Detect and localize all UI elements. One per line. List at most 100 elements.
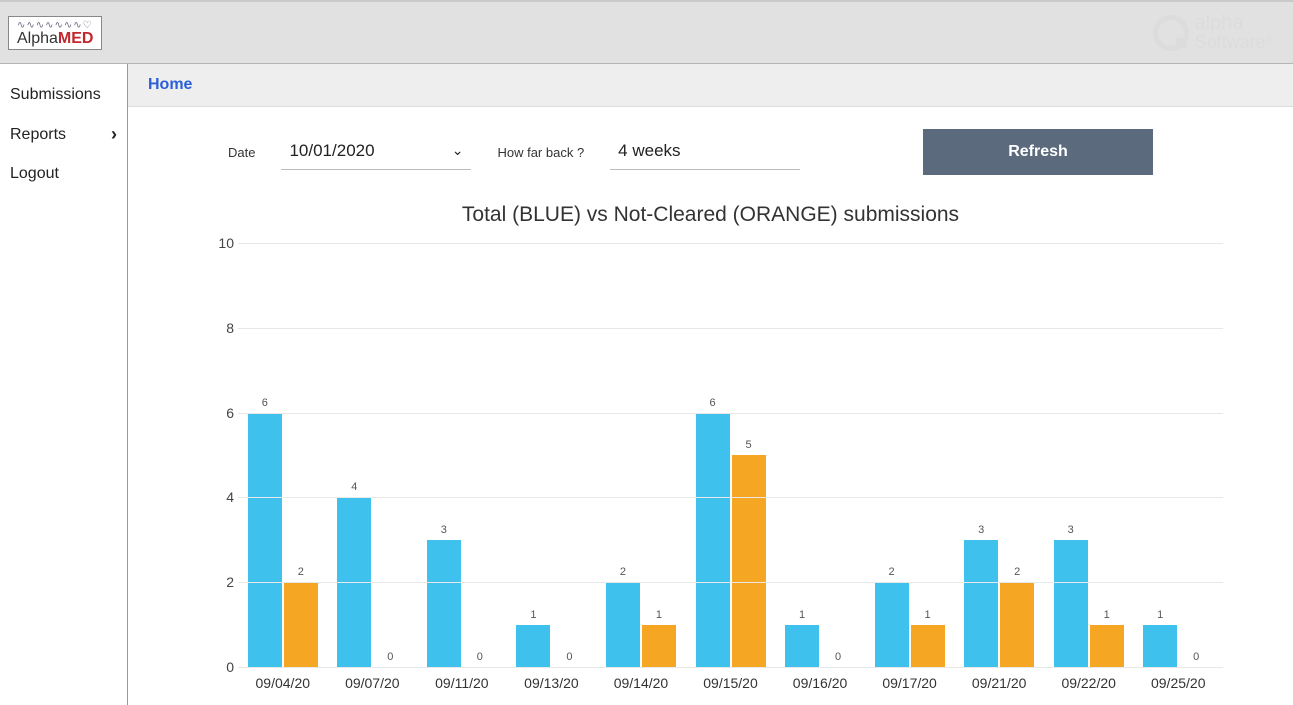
logo-text: AlphaMED: [17, 31, 93, 47]
bar-notcleared: 2: [284, 582, 318, 667]
chart-y-tick: 10: [210, 235, 234, 251]
chart-category: 10: [1133, 243, 1223, 667]
chart-x-tick: 09/22/20: [1044, 667, 1134, 697]
sidebar-item-reports[interactable]: Reports ›: [0, 114, 127, 155]
bar-value-label: 0: [835, 651, 841, 663]
howfar-label: How far back ?: [497, 145, 584, 160]
chart-title: Total (BLUE) vs Not-Cleared (ORANGE) sub…: [198, 203, 1223, 227]
bar-total: 2: [875, 582, 909, 667]
breadcrumb-home[interactable]: Home: [148, 76, 192, 93]
bar-notcleared: 1: [911, 625, 945, 667]
bar-notcleared: 5: [732, 455, 766, 667]
chart-x-tick: 09/16/20: [775, 667, 865, 697]
alpha-a-icon: [1153, 15, 1189, 51]
chart-x-tick: 09/14/20: [596, 667, 686, 697]
bar-value-label: 2: [620, 566, 626, 578]
sidebar-item-logout[interactable]: Logout: [0, 155, 127, 193]
chart-gridline: [238, 243, 1223, 244]
chart-x-tick: 09/21/20: [954, 667, 1044, 697]
chart-category: 30: [417, 243, 507, 667]
chevron-right-icon: ›: [111, 124, 117, 145]
breadcrumb: Home: [128, 64, 1293, 107]
howfar-value: 4 weeks: [618, 141, 680, 161]
bar-value-label: 1: [530, 609, 536, 621]
chart-gridline: [238, 328, 1223, 329]
bar-total: 3: [964, 540, 998, 667]
chart-y-tick: 0: [210, 659, 234, 675]
chart-category: 31: [1044, 243, 1134, 667]
date-dropdown[interactable]: 10/01/2020 ⌄: [281, 135, 471, 170]
bar-value-label: 1: [1157, 609, 1163, 621]
vendor-logo: alpha Software®: [1153, 13, 1273, 52]
bar-value-label: 0: [566, 651, 572, 663]
chart-container: Total (BLUE) vs Not-Cleared (ORANGE) sub…: [128, 187, 1293, 697]
bar-value-label: 0: [477, 651, 483, 663]
bar-total: 1: [785, 625, 819, 667]
sidebar-item-label: Submissions: [10, 86, 101, 104]
bar-value-label: 1: [925, 609, 931, 621]
chart-category: 62: [238, 243, 328, 667]
filter-controls: Date 10/01/2020 ⌄ How far back ? 4 weeks…: [128, 107, 1293, 187]
chart-y-tick: 6: [210, 405, 234, 421]
chart-x-tick: 09/13/20: [507, 667, 597, 697]
bar-total: 2: [606, 582, 640, 667]
chevron-down-icon: ⌄: [452, 142, 464, 159]
bar-value-label: 1: [799, 609, 805, 621]
chart-category: 21: [596, 243, 686, 667]
chart-category: 21: [865, 243, 955, 667]
chart-x-tick: 09/15/20: [686, 667, 776, 697]
sidebar-item-label: Reports: [10, 126, 66, 144]
vendor-logo-top: alpha: [1195, 13, 1273, 33]
chart-category: 32: [954, 243, 1044, 667]
chart-category: 10: [775, 243, 865, 667]
date-label: Date: [228, 145, 255, 160]
bar-total: 6: [248, 413, 282, 667]
sidebar-item-label: Logout: [10, 165, 59, 183]
bar-value-label: 0: [387, 651, 393, 663]
bar-value-label: 1: [656, 609, 662, 621]
chart-gridline: [238, 413, 1223, 414]
chart-plot: 6240301021651021323110 0246810: [238, 243, 1223, 667]
sidebar: Submissions Reports › Logout: [0, 64, 128, 705]
app-header: ∿∿∿∿∿∿∿♡ AlphaMED alpha Software®: [0, 0, 1293, 64]
chart-bars: 6240301021651021323110: [238, 243, 1223, 667]
main-content: Home Date 10/01/2020 ⌄ How far back ? 4 …: [128, 64, 1293, 705]
bar-value-label: 3: [1068, 524, 1074, 536]
chart-y-tick: 8: [210, 320, 234, 336]
chart-y-tick: 2: [210, 574, 234, 590]
sidebar-item-submissions[interactable]: Submissions: [0, 76, 127, 114]
bar-value-label: 3: [441, 524, 447, 536]
bar-notcleared: 1: [1090, 625, 1124, 667]
chart-category: 40: [328, 243, 418, 667]
chart-x-tick: 09/25/20: [1133, 667, 1223, 697]
bar-value-label: 2: [1014, 566, 1020, 578]
refresh-button[interactable]: Refresh: [923, 129, 1153, 175]
chart-category: 10: [507, 243, 597, 667]
bar-value-label: 2: [889, 566, 895, 578]
bar-value-label: 6: [709, 397, 715, 409]
bar-value-label: 4: [351, 481, 357, 493]
vendor-logo-bottom: Software®: [1195, 33, 1273, 52]
chart-y-tick: 4: [210, 489, 234, 505]
howfar-dropdown[interactable]: 4 weeks: [610, 135, 800, 170]
bar-total: 3: [427, 540, 461, 667]
bar-total: 1: [516, 625, 550, 667]
chart-x-axis: 09/04/2009/07/2009/11/2009/13/2009/14/20…: [238, 667, 1223, 697]
bar-total: 6: [696, 413, 730, 667]
chart-category: 65: [686, 243, 776, 667]
chart-x-tick: 09/04/20: [238, 667, 328, 697]
chart-x-tick: 09/07/20: [328, 667, 418, 697]
bar-value-label: 3: [978, 524, 984, 536]
bar-value-label: 6: [262, 397, 268, 409]
bar-notcleared: 2: [1000, 582, 1034, 667]
chart-x-tick: 09/17/20: [865, 667, 955, 697]
bar-notcleared: 1: [642, 625, 676, 667]
app-logo: ∿∿∿∿∿∿∿♡ AlphaMED: [8, 16, 102, 50]
bar-value-label: 2: [298, 566, 304, 578]
date-value: 10/01/2020: [289, 141, 374, 161]
bar-chart: 6240301021651021323110 0246810 09/04/200…: [238, 237, 1223, 697]
bar-value-label: 0: [1193, 651, 1199, 663]
chart-gridline: [238, 497, 1223, 498]
bar-total: 3: [1054, 540, 1088, 667]
chart-gridline: [238, 582, 1223, 583]
